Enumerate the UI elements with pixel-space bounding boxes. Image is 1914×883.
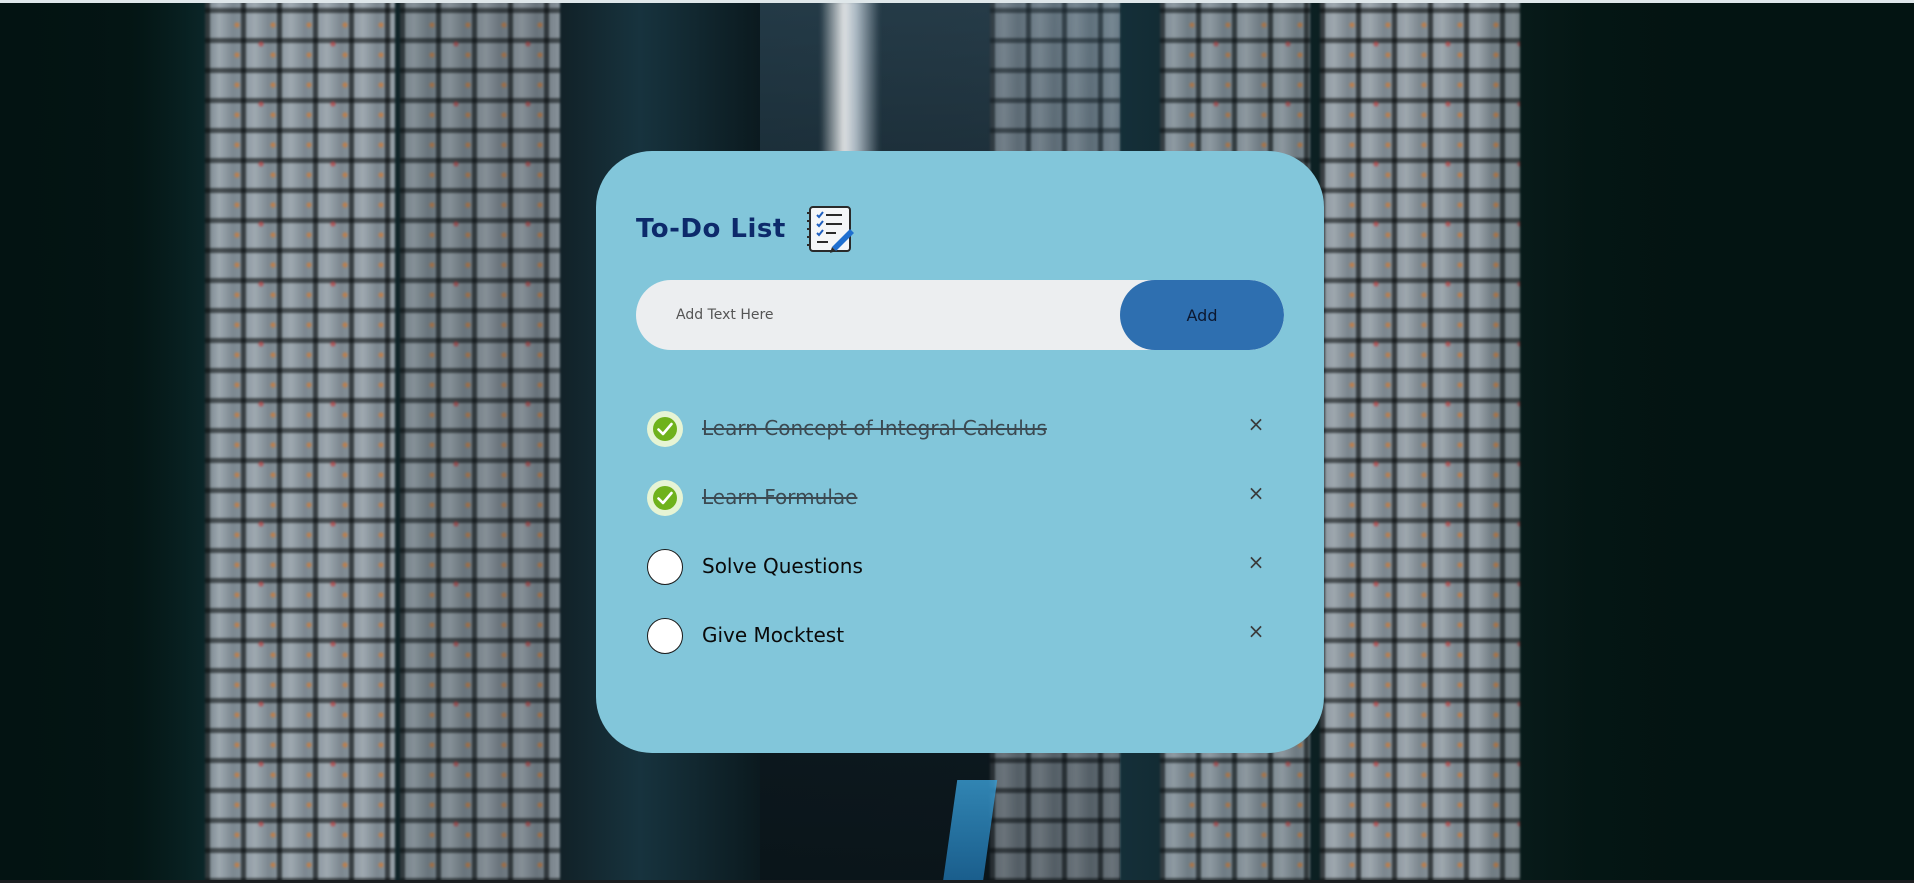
task-item[interactable]: Learn Formulae × bbox=[636, 465, 1284, 534]
unchecked-circle-icon[interactable] bbox=[647, 549, 683, 585]
unchecked-circle-icon[interactable] bbox=[647, 618, 683, 654]
task-item[interactable]: Learn Concept of Integral Calculus × bbox=[636, 396, 1284, 465]
task-item[interactable]: Solve Questions × bbox=[636, 534, 1284, 603]
todo-card: To-Do List Add Text Here Add Learn Conce… bbox=[596, 151, 1324, 753]
task-label: Solve Questions bbox=[702, 554, 863, 578]
task-list: Learn Concept of Integral Calculus × Lea… bbox=[636, 396, 1284, 672]
remove-task-button[interactable]: × bbox=[1242, 410, 1270, 438]
task-input[interactable] bbox=[636, 280, 1106, 350]
task-label: Give Mocktest bbox=[702, 623, 845, 647]
task-label: Learn Formulae bbox=[702, 485, 858, 509]
task-item[interactable]: Give Mocktest × bbox=[636, 603, 1284, 672]
remove-task-button[interactable]: × bbox=[1242, 479, 1270, 507]
top-border bbox=[0, 0, 1914, 3]
background-server-rack-left bbox=[205, 0, 395, 883]
remove-task-button[interactable]: × bbox=[1242, 617, 1270, 645]
background-shade-left bbox=[0, 0, 220, 883]
checked-circle-icon[interactable] bbox=[647, 480, 683, 516]
checklist-notepad-icon bbox=[806, 203, 854, 255]
remove-task-button[interactable]: × bbox=[1242, 548, 1270, 576]
task-label: Learn Concept of Integral Calculus bbox=[702, 416, 1047, 440]
background-light-beam bbox=[820, 0, 880, 160]
checked-circle-icon[interactable] bbox=[647, 411, 683, 447]
add-task-form: Add bbox=[636, 280, 1284, 350]
background-shade-right bbox=[1474, 0, 1914, 883]
background-server-rack-left-inner bbox=[400, 0, 560, 883]
app-title: To-Do List bbox=[636, 214, 786, 244]
title-row: To-Do List bbox=[636, 203, 854, 255]
add-button[interactable]: Add bbox=[1120, 280, 1284, 350]
